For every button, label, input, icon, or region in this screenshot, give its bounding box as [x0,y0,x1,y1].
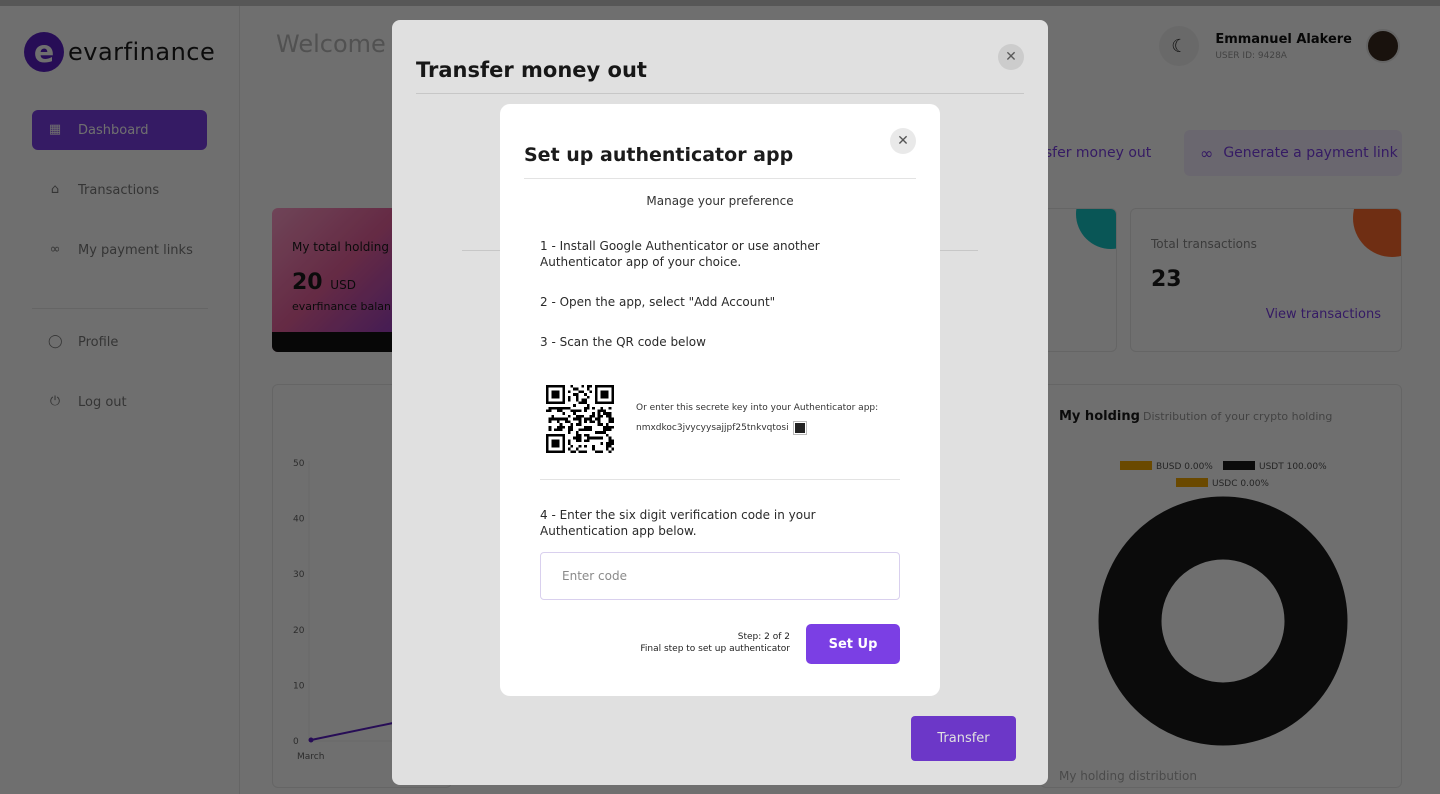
instruction-step-4: 4 - Enter the six digit verification cod… [540,508,816,538]
verification-code-input[interactable] [540,552,900,600]
preference-subtitle: Manage your preference [646,194,794,208]
authenticator-modal-title: Set up authenticator app [524,144,794,166]
instruction-step-1: 1 - Install Google Authenticator or use … [540,239,820,269]
divider [524,178,916,179]
copy-icon[interactable] [792,421,807,435]
step-indicator: Step: 2 of 2 Final step to set up authen… [640,631,790,655]
set-up-button[interactable]: Set Up [806,624,900,664]
secret-key-row: nmxdkoc3jvycyysajjpf25tnkvqtosi [636,421,807,435]
secret-key-label: Or enter this secrete key into your Auth… [636,403,879,413]
qr-code-icon [546,385,614,453]
divider [540,479,900,480]
step-count: Step: 2 of 2 [737,632,790,642]
instruction-step-2: 2 - Open the app, select "Add Account" [540,295,776,309]
step-note: Final step to set up authenticator [640,644,790,654]
instruction-step-3: 3 - Scan the QR code below [540,335,706,349]
secret-key-value[interactable]: nmxdkoc3jvycyysajjpf25tnkvqtosi [636,423,789,433]
authenticator-setup-modal: Set up authenticator app ✕ Manage your p… [500,104,940,696]
close-icon[interactable]: ✕ [890,128,916,154]
